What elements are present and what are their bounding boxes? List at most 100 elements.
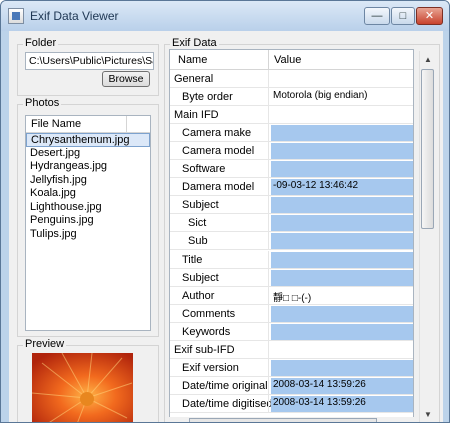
exif-row-name: Subject — [182, 271, 219, 284]
row-separator — [268, 106, 269, 125]
row-separator — [268, 70, 269, 88]
exif-row-value: Motorola (big endian) — [273, 90, 368, 102]
row-separator — [268, 322, 269, 341]
file-list-item[interactable]: Lighthouse.jpg — [26, 201, 150, 215]
app-icon — [8, 8, 24, 24]
exif-row[interactable]: Author 靜□ □-(-) — [170, 286, 413, 305]
file-name-column[interactable]: File Name — [31, 118, 81, 130]
maximize-button[interactable]: □ — [391, 7, 415, 25]
row-separator — [268, 88, 269, 107]
preview-label: Preview — [23, 338, 67, 350]
exif-row-value — [271, 323, 413, 340]
exif-row[interactable]: Camera make — [170, 124, 413, 143]
exif-row[interactable]: Title — [170, 250, 413, 269]
minimize-button[interactable]: — — [364, 7, 390, 25]
photos-list[interactable]: File Name Chrysanthemum.jpg Desert.jpg Hyd… — [25, 115, 151, 331]
value-column-header[interactable]: Value — [274, 54, 301, 66]
row-separator — [268, 340, 269, 359]
exif-row[interactable]: Sub — [170, 232, 413, 251]
exif-row-name: Damera model — [182, 181, 255, 194]
exif-row-name: Exif version — [182, 361, 239, 374]
exif-row[interactable]: Date/time original 2008-03-14 13:59:26 — [170, 376, 413, 395]
row-separator — [268, 232, 269, 251]
row-separator — [268, 394, 269, 413]
exif-row-name: Keywords — [182, 325, 231, 338]
exif-row-value: -09-03-12 13:46:42 — [271, 179, 413, 196]
vertical-scrollbar[interactable]: ▲ ▼ — [419, 51, 435, 422]
exif-row-value — [271, 305, 413, 322]
client-area: Folder C:\Users\Public\Pictures\Sampl Br… — [9, 31, 443, 422]
file-list-item[interactable]: Desert.jpg — [26, 147, 150, 161]
exif-row[interactable]: General — [170, 70, 413, 88]
exif-row[interactable]: Byte order Motorola (big endian) — [170, 88, 413, 107]
exif-row-name: Date/time digitised — [182, 397, 273, 410]
column-separator — [126, 116, 127, 133]
exif-row[interactable]: Camera model — [170, 142, 413, 161]
file-list-item[interactable]: Chrysanthemum.jpg — [26, 133, 150, 147]
title-bar[interactable]: Exif Data Viewer — □ ✕ — [1, 1, 449, 31]
exif-row-value: 2008-03-14 13:59:26 — [271, 377, 413, 394]
exif-row-name: Comments — [182, 307, 236, 320]
exif-row[interactable]: Sict — [170, 214, 413, 233]
photos-list-header[interactable]: File Name — [26, 116, 150, 133]
exif-row-value — [271, 215, 413, 232]
exif-row-value — [271, 359, 413, 376]
exif-row-value — [271, 342, 413, 358]
exif-row-value — [271, 233, 413, 250]
exif-row-value — [271, 161, 413, 178]
exif-row-value — [271, 107, 413, 123]
file-list-item[interactable]: Tulips.jpg — [26, 228, 150, 242]
exif-row-name: Date/time original — [182, 379, 268, 392]
file-list-item[interactable]: Penguins.jpg — [26, 214, 150, 228]
scroll-up-icon[interactable]: ▲ — [421, 53, 435, 67]
exif-row[interactable]: Subject — [170, 196, 413, 215]
vertical-scroll-thumb[interactable] — [421, 69, 434, 229]
exif-row[interactable]: Subject — [170, 268, 413, 287]
exif-row-name: Byte order — [182, 91, 233, 104]
exif-row-name: Subject — [182, 199, 219, 212]
file-items: Chrysanthemum.jpg Desert.jpg Hydrangeas.jp… — [26, 133, 150, 241]
row-separator — [268, 214, 269, 233]
preview-image — [32, 353, 133, 422]
exif-row-name: Software — [182, 163, 226, 176]
row-separator — [268, 178, 269, 197]
exif-row-value: 靜□ □-(-) — [273, 292, 312, 304]
header-separator — [268, 50, 269, 70]
exif-row[interactable]: Date/time digitised 2008-03-14 13:59:26 — [170, 394, 413, 413]
scroll-down-icon[interactable]: ▼ — [421, 408, 435, 422]
exif-row[interactable]: Keywords — [170, 322, 413, 341]
folder-path-field[interactable]: C:\Users\Public\Pictures\Sampl — [25, 52, 154, 70]
row-separator — [268, 160, 269, 179]
exif-row-value — [271, 125, 413, 142]
row-separator — [268, 304, 269, 323]
file-list-item[interactable]: Jellyfish.jpg — [26, 174, 150, 188]
exif-table-header: Name Value — [170, 50, 413, 70]
exif-row[interactable]: Exif version — [170, 358, 413, 377]
exif-row[interactable]: Main IFD — [170, 106, 413, 125]
exif-row[interactable]: Exif sub-IFD — [170, 340, 413, 359]
browse-button[interactable]: Browse — [102, 71, 150, 87]
folder-label: Folder — [23, 37, 59, 49]
close-button[interactable]: ✕ — [416, 7, 443, 25]
row-separator — [268, 358, 269, 377]
horizontal-scroll-thumb[interactable] — [189, 418, 377, 422]
name-column-header[interactable]: Name — [178, 54, 207, 66]
exif-row-name: Title — [182, 253, 203, 266]
exif-row-value — [271, 71, 413, 87]
exif-row-name: Main IFD — [174, 109, 219, 122]
horizontal-scrollbar[interactable] — [169, 417, 419, 422]
exif-row-name: Sub — [188, 235, 208, 248]
file-list-item[interactable]: Koala.jpg — [26, 187, 150, 201]
exif-row-name: Author — [182, 289, 215, 302]
exif-row-value: 2008-03-14 13:59:26 — [271, 395, 413, 412]
exif-row[interactable]: Software — [170, 160, 413, 179]
exif-row-name: General — [174, 73, 214, 85]
exif-row-name: Camera make — [182, 127, 252, 140]
exif-row-name: Exif sub-IFD — [174, 343, 235, 356]
exif-row-value — [271, 143, 413, 160]
exif-row[interactable]: Comments — [170, 304, 413, 323]
exif-table[interactable]: Name Value General Byte order Motorola (bi… — [169, 49, 414, 422]
exif-row[interactable]: Damera model -09-03-12 13:46:42 — [170, 178, 413, 197]
file-list-item[interactable]: Hydrangeas.jpg — [26, 160, 150, 174]
exif-row-value — [271, 269, 413, 286]
